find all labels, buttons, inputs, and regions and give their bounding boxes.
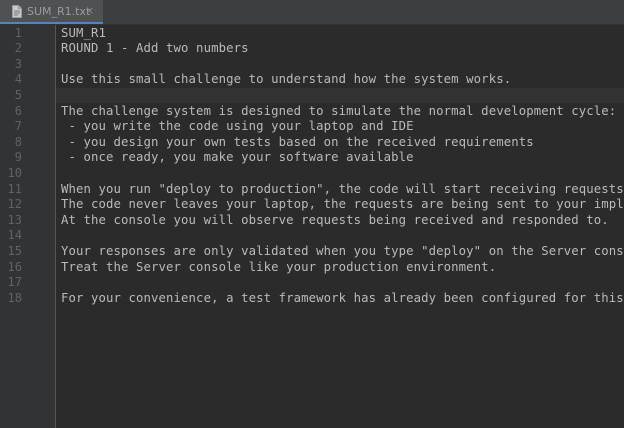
line-number: 12 — [7, 197, 22, 212]
code-line[interactable]: - once ready, you make your software ava… — [61, 150, 414, 166]
code-line[interactable]: Treat the Server console like your produ… — [61, 260, 496, 276]
line-number: 17 — [7, 275, 22, 290]
line-number: 1 — [14, 25, 22, 40]
editor-window: SUM_R1.txt × 1 SUM_R1 2 ROUND 1 - Add two n… — [0, 0, 624, 428]
line-number: 4 — [14, 72, 22, 87]
code-line[interactable]: ROUND 1 - Add two numbers — [61, 41, 249, 57]
line-number: 2 — [14, 41, 22, 56]
line-number: 15 — [7, 243, 22, 258]
code-line[interactable]: Your responses are only validated when y… — [61, 244, 624, 260]
line-number: 8 — [14, 134, 22, 149]
line-number: 14 — [7, 228, 22, 243]
caret-line-highlight — [56, 87, 624, 104]
line-number: 18 — [7, 290, 22, 305]
line-number: 9 — [14, 150, 22, 165]
code-line[interactable]: For your convenience, a test framework h… — [61, 291, 624, 307]
code-line[interactable]: SUM_R1 — [61, 26, 106, 42]
tab-bar: SUM_R1.txt × — [0, 0, 624, 25]
line-number: 5 — [14, 87, 22, 102]
tab-label: SUM_R1.txt — [27, 5, 91, 18]
line-number: 11 — [7, 181, 22, 196]
line-number: 16 — [7, 259, 22, 274]
line-number: 3 — [14, 56, 22, 71]
code-line[interactable]: The code never leaves your laptop, the r… — [61, 197, 624, 213]
code-line[interactable]: The challenge system is designed to simu… — [61, 104, 616, 120]
line-number: 13 — [7, 212, 22, 227]
line-number: 10 — [7, 165, 22, 180]
code-line[interactable]: When you run "deploy to production", the… — [61, 182, 624, 198]
code-line[interactable]: At the console you will observe requests… — [61, 213, 609, 229]
close-icon[interactable]: × — [85, 4, 94, 18]
text-file-icon — [12, 5, 22, 18]
code-line[interactable]: - you write the code using your laptop a… — [61, 119, 414, 135]
tab-sum-r1[interactable]: SUM_R1.txt × — [0, 0, 103, 24]
code-line[interactable]: Use this small challenge to understand h… — [61, 72, 511, 88]
code-line[interactable]: - you design your own tests based on the… — [61, 135, 534, 151]
line-number: 7 — [14, 119, 22, 134]
line-number: 6 — [14, 103, 22, 118]
